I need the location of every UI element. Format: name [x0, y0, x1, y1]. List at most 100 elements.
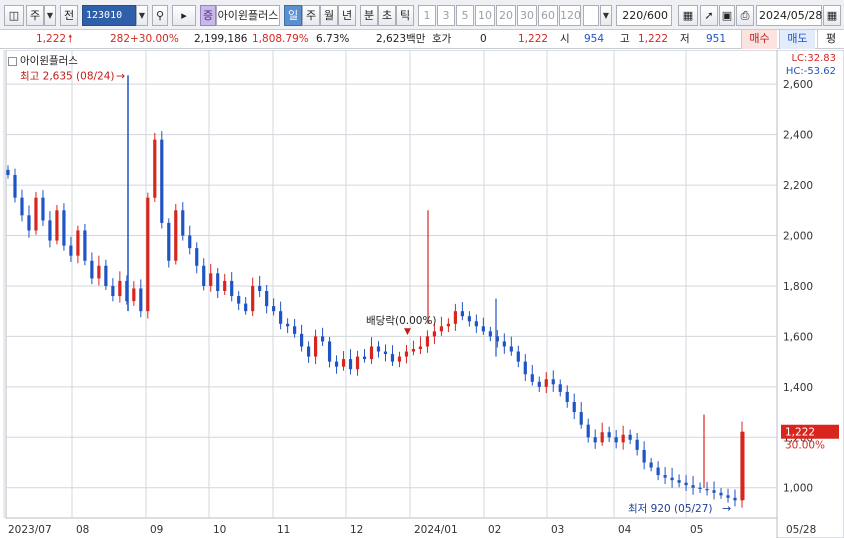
tab-month[interactable]: 월 — [320, 5, 338, 26]
tab-second[interactable]: 초 — [378, 5, 396, 26]
layout-icon[interactable]: ◫ — [4, 5, 24, 26]
low-annotation: 최저 920 (05/27) — [628, 503, 713, 515]
high-price: 1,222 — [638, 33, 669, 45]
buy-button[interactable]: 매수 — [741, 30, 777, 49]
candlestick-chart[interactable]: 1,0001,2001,4001,6001,8002,0002,2002,400… — [0, 50, 844, 538]
interval-dropdown-icon[interactable]: ▼ — [600, 5, 612, 26]
candle-body — [55, 210, 59, 241]
price-change: 282 — [110, 33, 131, 45]
candle-body — [488, 331, 492, 337]
candle-body — [411, 349, 416, 352]
candle-body — [705, 488, 709, 491]
current-price: 1,222 — [36, 33, 67, 45]
candle-body — [733, 497, 737, 501]
x-tick-label: 09 — [150, 524, 163, 536]
candle-body — [565, 391, 569, 402]
candle-body — [390, 354, 395, 362]
legend-checkbox[interactable] — [8, 56, 17, 66]
candle-type-icon[interactable]: ▦ — [678, 5, 698, 26]
interval-20[interactable]: 20 — [496, 5, 516, 26]
bid-value: 0 — [480, 33, 487, 45]
candle-body — [293, 326, 297, 334]
stock-name: 아이윈플러스 — [216, 5, 280, 26]
candle-body — [139, 288, 143, 312]
x-tick-label: 05/28 — [786, 524, 816, 536]
candle-body — [334, 361, 339, 367]
interval-120[interactable]: 120 — [559, 5, 581, 26]
price-chart[interactable]: 1,0001,2001,4001,6001,8002,0002,2002,400… — [0, 50, 844, 538]
candle-body — [467, 316, 471, 322]
save-icon[interactable]: ▣ — [719, 5, 735, 26]
candle-body — [146, 197, 150, 312]
candle-body — [670, 477, 674, 481]
candle-body — [251, 285, 255, 312]
y-tick-label: 2,400 — [783, 130, 813, 142]
candle-body — [69, 245, 73, 256]
high-arrow-icon: → — [116, 69, 125, 82]
candle-body — [83, 230, 87, 261]
candle-body — [418, 346, 423, 350]
candle-body — [111, 285, 115, 297]
tab-tick[interactable]: 틱 — [396, 5, 414, 26]
candle-body — [649, 462, 653, 468]
candle-body — [439, 326, 444, 332]
print-icon[interactable]: ⎙ — [736, 5, 754, 26]
volume: 2,199,186 — [194, 33, 248, 45]
interval-60[interactable]: 60 — [538, 5, 558, 26]
calendar-icon[interactable]: ▦ — [823, 5, 841, 26]
candle-body — [691, 485, 695, 488]
code-dropdown-icon[interactable]: ▼ — [136, 5, 148, 26]
tab-week[interactable]: 주 — [302, 5, 320, 26]
candle-body — [698, 487, 702, 489]
legend-label: 아이윈플러스 — [20, 55, 78, 67]
tab-day[interactable]: 일 — [284, 5, 302, 26]
sound-icon[interactable]: ▸ — [172, 5, 196, 26]
candle-body — [719, 492, 723, 496]
stock-code-input[interactable]: 123010 — [82, 5, 136, 26]
candle-body — [516, 351, 520, 362]
candle-body — [41, 197, 45, 221]
count-input[interactable]: 220/600 — [616, 5, 672, 26]
candle-body — [509, 346, 513, 352]
x-tick-label: 04 — [618, 524, 632, 536]
interval-custom[interactable] — [583, 5, 599, 26]
candle-body — [13, 174, 17, 198]
candle-body — [369, 346, 374, 360]
candle-body — [34, 197, 38, 231]
tab-minute[interactable]: 분 — [360, 5, 378, 26]
market-select[interactable]: 주 — [26, 5, 44, 26]
open-label: 시 — [560, 33, 570, 45]
candle-body — [404, 351, 409, 357]
candle-body — [558, 384, 562, 392]
y-tick-label: 2,000 — [783, 231, 813, 243]
candle-body — [362, 356, 367, 360]
tab-year[interactable]: 년 — [338, 5, 356, 26]
candle-body — [209, 273, 213, 286]
candle-body — [663, 475, 667, 478]
price-axis-panel — [776, 50, 844, 538]
candle-body — [551, 379, 555, 385]
open-price: 954 — [584, 33, 605, 45]
candle-body — [383, 351, 388, 355]
y-tick-label: 1,800 — [783, 281, 813, 293]
y-tick-label: 1,600 — [783, 331, 813, 343]
candle-body — [216, 273, 220, 291]
market-dropdown-icon[interactable]: ▼ — [44, 5, 56, 26]
sell-button[interactable]: 매도 — [779, 30, 815, 49]
candle-body — [376, 346, 381, 352]
interval-5[interactable]: 5 — [456, 5, 474, 26]
period-prefix[interactable]: 전 — [60, 5, 78, 26]
balance-button[interactable]: 평 — [817, 30, 844, 49]
interval-3[interactable]: 3 — [437, 5, 455, 26]
interval-10[interactable]: 10 — [475, 5, 495, 26]
chart-legend: 아이윈플러스 — [8, 53, 78, 68]
candle-body — [195, 248, 199, 266]
interval-1[interactable]: 1 — [418, 5, 436, 26]
x-tick-label: 2024/01 — [414, 524, 458, 536]
candle-body — [286, 323, 290, 327]
interval-30[interactable]: 30 — [517, 5, 537, 26]
draw-tool-icon[interactable]: ➚ — [700, 5, 718, 26]
candle-body — [237, 296, 241, 304]
search-icon[interactable]: ⚲ — [152, 5, 168, 26]
date-input[interactable]: 2024/05/28 — [756, 5, 822, 26]
